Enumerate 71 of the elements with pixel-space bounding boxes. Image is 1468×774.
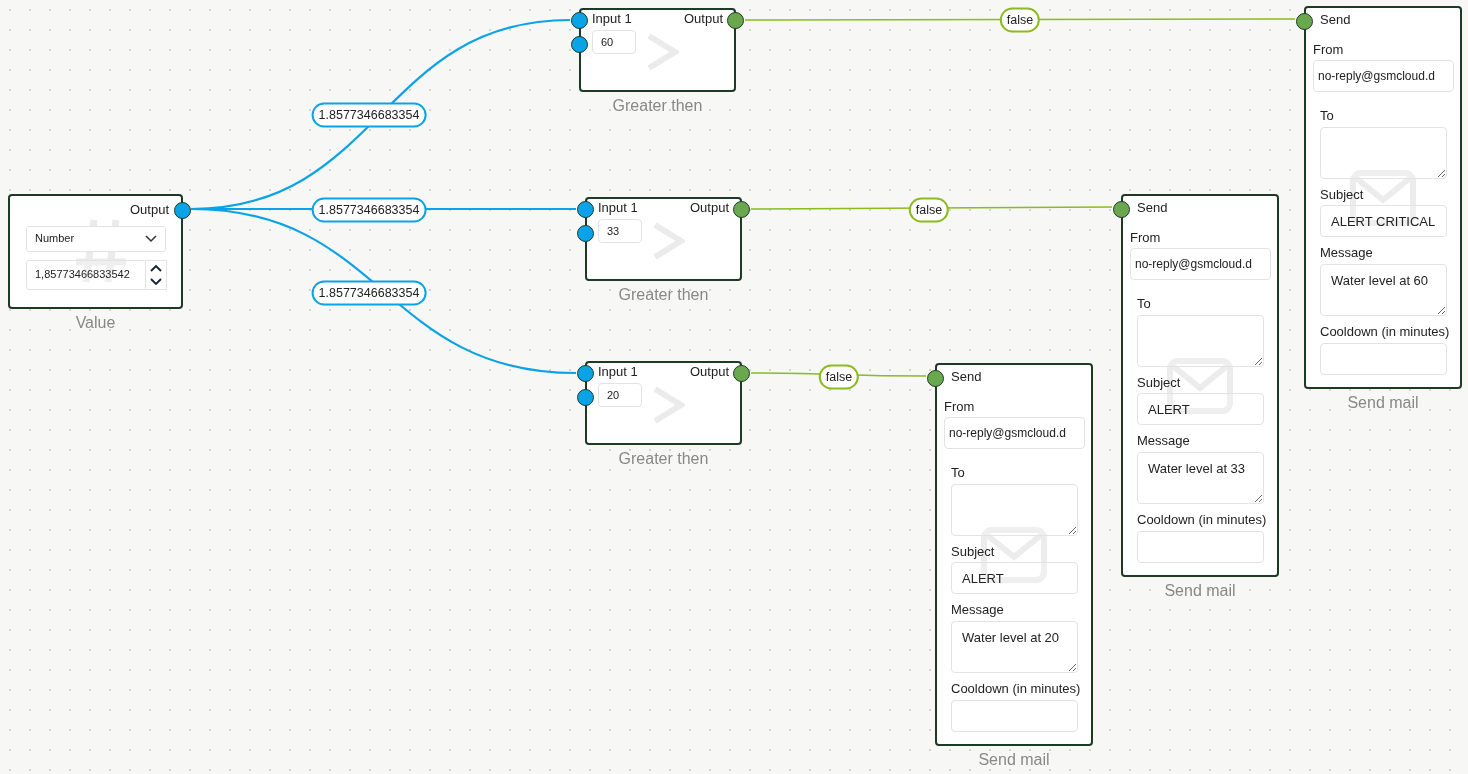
output-label: Output xyxy=(683,11,723,27)
input-field[interactable] xyxy=(1320,342,1447,375)
input-label: Input 1 xyxy=(598,200,638,216)
port-handle[interactable] xyxy=(577,388,594,406)
edge-label: 1.8577346683354 xyxy=(311,197,427,223)
port-handle[interactable] xyxy=(174,201,191,219)
field-label: Cooldown (in minutes) xyxy=(951,680,1082,697)
node-title: Send mail xyxy=(1164,581,1236,601)
threshold-field[interactable]: 60 xyxy=(592,29,636,55)
field-label: Subject xyxy=(1137,374,1182,391)
field-label: Message xyxy=(1320,245,1374,261)
input-field[interactable]: no-reply@gsmcloud.d xyxy=(944,417,1085,450)
port-handle[interactable] xyxy=(727,11,744,29)
node-title: Value xyxy=(75,313,116,333)
port-handle[interactable] xyxy=(927,369,944,387)
field-label: From xyxy=(1313,41,1345,58)
input-label: Send xyxy=(1320,12,1352,28)
input-field[interactable] xyxy=(1137,530,1264,563)
output-label: Output xyxy=(689,200,729,216)
input-field[interactable]: ALERT xyxy=(951,562,1078,595)
text-area[interactable]: Water level at 20 xyxy=(951,620,1078,673)
threshold-field[interactable]: 20 xyxy=(598,382,642,408)
port-handle[interactable] xyxy=(577,224,594,242)
edge-label: false xyxy=(908,197,950,223)
port-handle[interactable] xyxy=(571,35,588,53)
field-label: Cooldown (in minutes) xyxy=(1137,511,1268,528)
field-label: To xyxy=(1137,296,1152,312)
text-area[interactable]: Water level at 33 xyxy=(1137,451,1264,504)
port-handle[interactable] xyxy=(577,200,594,218)
text-area[interactable]: Water level at 60 xyxy=(1320,263,1447,316)
output-label: Output xyxy=(128,202,169,218)
input-field[interactable]: no-reply@gsmcloud.d xyxy=(1313,60,1454,93)
node-title: Greater then xyxy=(618,285,709,305)
port-handle[interactable] xyxy=(577,364,594,382)
field-label: From xyxy=(1130,229,1162,246)
input-label: Send xyxy=(951,369,983,385)
edge-label: false xyxy=(818,364,860,390)
type-select[interactable]: Number xyxy=(26,225,166,252)
field-label: Message xyxy=(1137,433,1191,449)
field-label: To xyxy=(951,465,966,481)
caret-icon xyxy=(145,234,157,243)
node-title: Send mail xyxy=(978,750,1050,770)
input-label: Input 1 xyxy=(598,364,638,380)
output-label: Output xyxy=(689,364,729,380)
chevron-down-icon xyxy=(150,277,162,286)
edge-label: 1.8577346683354 xyxy=(311,102,427,128)
field-label: From xyxy=(944,398,976,415)
input-field[interactable]: ALERT xyxy=(1137,393,1264,426)
number-field[interactable]: 1,85773466833542 xyxy=(26,259,146,290)
field-label: To xyxy=(1320,108,1335,124)
input-field[interactable]: no-reply@gsmcloud.d xyxy=(1130,248,1271,281)
node-title: Send mail xyxy=(1347,393,1419,413)
threshold-field[interactable]: 33 xyxy=(598,218,642,244)
field-label: Subject xyxy=(951,543,996,560)
field-label: Cooldown (in minutes) xyxy=(1320,323,1451,340)
port-handle[interactable] xyxy=(733,200,750,218)
port-handle[interactable] xyxy=(571,11,588,29)
node-title: Greater then xyxy=(612,96,703,116)
node-title: Greater then xyxy=(618,449,709,469)
chevron-up-icon xyxy=(150,263,162,272)
port-handle[interactable] xyxy=(1113,200,1130,218)
port-handle[interactable] xyxy=(733,364,750,382)
field-label: Message xyxy=(951,602,1005,618)
port-handle[interactable] xyxy=(1296,12,1313,30)
edge-label: false xyxy=(999,7,1041,33)
field-label: Subject xyxy=(1320,186,1365,203)
edge-label: 1.8577346683354 xyxy=(311,280,427,306)
input-field[interactable] xyxy=(951,699,1078,732)
input-field[interactable]: ALERT CRITICAL xyxy=(1320,205,1447,238)
input-label: Input 1 xyxy=(592,11,632,27)
input-label: Send xyxy=(1137,200,1169,216)
